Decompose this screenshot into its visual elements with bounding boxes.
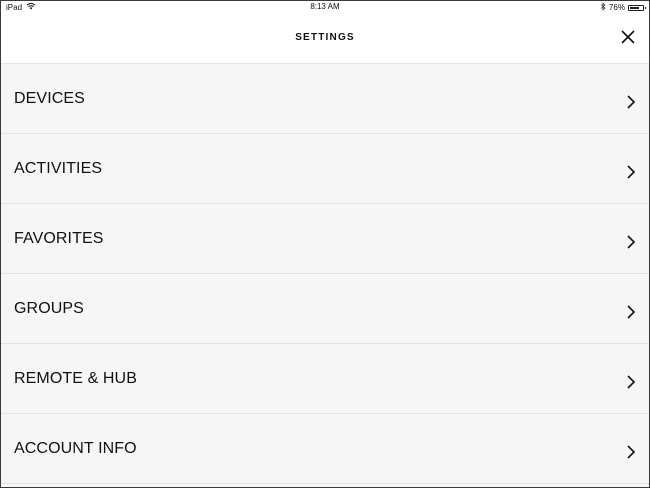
chevron-right-icon [627, 305, 636, 319]
menu-item-label: DEVICES [14, 90, 85, 107]
menu-item-label: FAVORITES [14, 230, 104, 247]
chevron-right-icon [627, 375, 636, 389]
header-bar: SETTINGS [1, 13, 649, 64]
menu-item-devices[interactable]: DEVICES [1, 64, 649, 134]
battery-level-fill [630, 7, 639, 9]
menu-item-label: ACCOUNT INFO [14, 440, 137, 457]
chevron-right-icon [627, 165, 636, 179]
close-icon [621, 30, 635, 44]
menu-item-label: REMOTE & HUB [14, 370, 137, 387]
chevron-right-icon [627, 235, 636, 249]
menu-item-favorites[interactable]: FAVORITES [1, 204, 649, 274]
settings-menu-list: DEVICES ACTIVITIES FAVORITES GROUPS REMO… [1, 64, 649, 484]
battery-percent: 76% [608, 3, 625, 12]
menu-item-activities[interactable]: ACTIVITIES [1, 134, 649, 204]
menu-item-remote-hub[interactable]: REMOTE & HUB [1, 344, 649, 414]
battery-icon [628, 5, 646, 11]
status-bar: iPad 8:13 AM 76% [1, 1, 649, 13]
menu-item-account-info[interactable]: ACCOUNT INFO [1, 414, 649, 484]
chevron-right-icon [627, 95, 636, 109]
chevron-right-icon [627, 445, 636, 459]
menu-item-groups[interactable]: GROUPS [1, 274, 649, 344]
status-time: 8:13 AM [310, 2, 340, 11]
page-title: SETTINGS [295, 32, 355, 43]
menu-item-label: GROUPS [14, 300, 84, 317]
menu-item-label: ACTIVITIES [14, 160, 103, 177]
settings-screen: iPad 8:13 AM 76% SETTINGS DEVICES ACTIVI… [0, 0, 650, 488]
close-button[interactable] [617, 26, 639, 48]
